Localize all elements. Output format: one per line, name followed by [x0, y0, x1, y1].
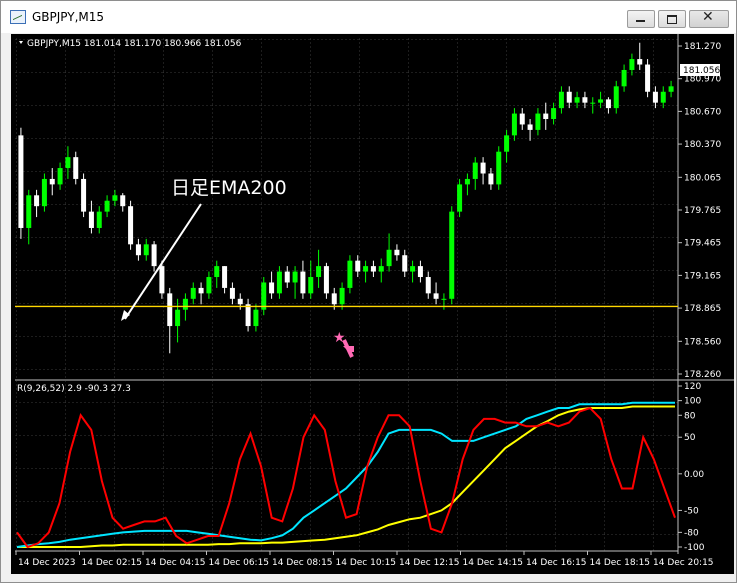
price-chart-svg[interactable]: GBPJPY,M15 181.014 181.170 180.966 181.0…	[11, 34, 734, 574]
candle	[347, 255, 353, 294]
chart-window-icon	[10, 10, 26, 24]
price-tick-label: 179.165	[684, 271, 721, 281]
candle	[128, 200, 134, 250]
time-tick-label: 14 Dec 12:15	[399, 558, 460, 568]
indicator-tick-label: -50	[684, 506, 699, 516]
time-tick-label: 14 Dec 14:15	[463, 558, 524, 568]
price-tick-label: 178.260	[684, 370, 721, 380]
window-title: GBPJPY,M15	[32, 10, 105, 24]
indicator-tick-label: 0.00	[684, 470, 704, 480]
time-tick-label: 14 Dec 08:15	[272, 558, 333, 568]
price-tick-label: 181.270	[684, 42, 721, 52]
minimize-icon	[636, 20, 645, 22]
close-icon: ✕	[702, 9, 714, 25]
candle	[81, 173, 87, 218]
candle	[449, 206, 455, 305]
time-tick-label: 14 Dec 04:15	[145, 558, 206, 568]
price-tick-label: 180.370	[684, 140, 721, 150]
time-tick-label: 14 Dec 2023	[18, 558, 76, 568]
title-bar[interactable]: GBPJPY,M15 ✕	[1, 1, 736, 33]
indicator-tick-label: 80	[684, 411, 696, 421]
indicator-tick-label: -100	[684, 543, 705, 553]
indicator-tick-label: 100	[684, 397, 701, 407]
mt4-chart-window: GBPJPY,M15 ✕ GBPJPY,M15 181.014 181.170 …	[0, 0, 737, 583]
candle	[457, 178, 463, 218]
price-tick-label: 180.670	[684, 107, 721, 117]
indicator-grid	[15, 381, 678, 551]
time-tick-label: 14 Dec 06:15	[209, 558, 270, 568]
time-tick-label: 14 Dec 16:15	[526, 558, 587, 568]
candle	[496, 146, 502, 190]
price-tick-label: 178.865	[684, 304, 721, 314]
time-tick-label: 14 Dec 02:15	[82, 558, 143, 568]
indicator-tick-label: -80	[684, 528, 699, 538]
minimize-button[interactable]	[627, 10, 655, 28]
time-tick-label: 14 Dec 18:15	[590, 558, 651, 568]
chart-header: GBPJPY,M15 181.014 181.170 180.966 181.0…	[27, 39, 242, 49]
price-tick-label: 179.465	[684, 239, 721, 249]
indicator-tick-label: 50	[684, 433, 696, 443]
indicator-header: R(9,26,52) 2.9 -90.3 27.3	[17, 384, 131, 394]
indicator-tick-label: 120	[684, 382, 701, 392]
close-button[interactable]: ✕	[689, 9, 729, 28]
candle	[41, 173, 47, 212]
price-tick-label: 180.065	[684, 173, 721, 183]
maximize-icon	[667, 15, 677, 24]
candle	[645, 59, 651, 98]
time-axis: 14 Dec 2023 14 Dec 02:15 14 Dec 04:15 14 De…	[15, 551, 714, 568]
annotation-text: 日足EMA200	[171, 177, 287, 199]
chart-area[interactable]: GBPJPY,M15 181.014 181.170 180.966 181.0…	[11, 34, 734, 574]
price-axis: 181.270 180.970 180.670 180.370 180.065 179.7…	[678, 42, 721, 380]
maximize-button[interactable]	[658, 10, 686, 28]
price-tick-label: 180.970	[684, 75, 721, 85]
time-tick-label: 14 Dec 10:15	[336, 558, 397, 568]
current-price-label: 181.056	[683, 66, 720, 76]
candle	[261, 277, 267, 316]
main-grid	[15, 38, 678, 379]
price-tick-label: 178.560	[684, 337, 721, 347]
indicator-axis: 120 100 80 50 0.00 -50 -80 -100	[678, 382, 705, 553]
candle	[18, 127, 24, 239]
price-tick-label: 179.765	[684, 206, 721, 216]
time-tick-label: 14 Dec 20:15	[653, 558, 714, 568]
